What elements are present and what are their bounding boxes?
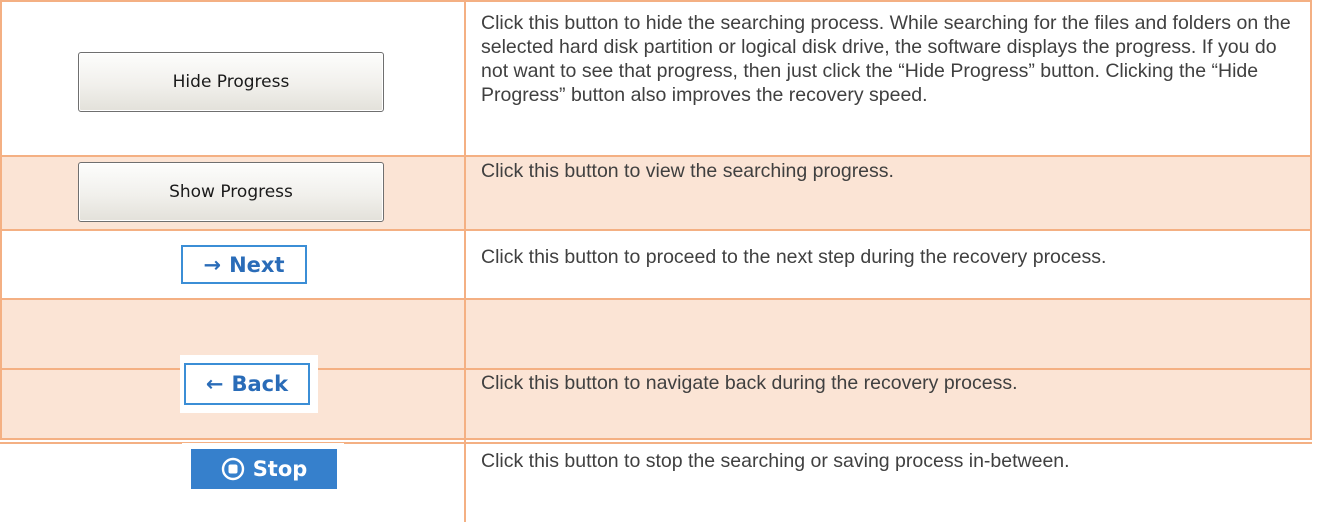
stop-label: Stop	[252, 457, 308, 481]
arrow-left-icon: ←	[205, 372, 224, 396]
row-divider	[0, 155, 1312, 157]
hide-progress-description: Click this button to hide the searching …	[481, 12, 1291, 106]
show-progress-description: Click this button to view the searching …	[481, 160, 894, 182]
show-progress-button[interactable]: Show Progress	[78, 162, 384, 222]
back-button[interactable]: ← Back	[184, 363, 310, 405]
stop-button[interactable]: Stop	[191, 449, 337, 489]
stop-icon	[221, 457, 244, 481]
stop-description: Click this button to stop the searching …	[481, 450, 1070, 472]
row-divider	[0, 438, 1312, 440]
next-label: Next	[229, 252, 285, 277]
table-right-border	[1310, 0, 1312, 438]
table-left-border	[0, 0, 2, 438]
row-divider	[0, 298, 1312, 300]
column-divider	[464, 0, 466, 522]
arrow-right-icon: →	[203, 252, 222, 277]
show-progress-label: Show Progress	[169, 182, 293, 202]
next-button[interactable]: → Next	[181, 245, 307, 284]
next-description: Click this button to proceed to the next…	[481, 246, 1107, 268]
row-divider	[0, 0, 1312, 2]
back-label: Back	[231, 372, 289, 396]
hide-progress-button[interactable]: Hide Progress	[78, 52, 384, 112]
row-divider	[0, 229, 1312, 231]
back-description: Click this button to navigate back durin…	[481, 372, 1018, 394]
hide-progress-label: Hide Progress	[172, 72, 290, 92]
